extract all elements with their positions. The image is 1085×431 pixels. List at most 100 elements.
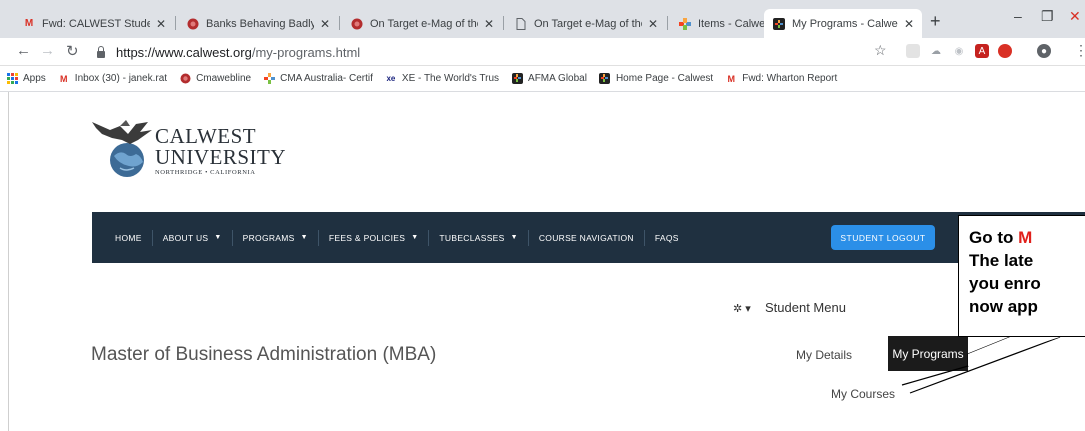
nav-label: COURSE NAVIGATION (538, 232, 634, 243)
nav-label: ABOUT US (162, 232, 209, 243)
bookmark-label: Fwd: Wharton Report (742, 73, 838, 84)
nav-home[interactable]: HOME (92, 229, 153, 246)
bookmark-home-calwest[interactable]: Home Page - Calwest (599, 73, 713, 85)
tab-title: On Target e-Mag of the (534, 17, 642, 30)
nav-label: FEES & POLICIES (328, 232, 406, 243)
forward-arrow-icon[interactable]: → (40, 42, 55, 59)
eye-icon[interactable]: ◉ (952, 44, 966, 58)
tab-separator (175, 16, 176, 30)
gmail-icon: M (727, 73, 735, 84)
joomla-icon (678, 17, 692, 31)
xe-icon: xe (386, 74, 396, 83)
caret-down-icon: ▼ (300, 234, 308, 241)
tab-title: On Target e-Mag of the (370, 17, 478, 30)
callout-line2: The late (969, 251, 1034, 270)
annotation-callout: Go to M The late you enro now app (958, 215, 1085, 337)
site-icon (179, 73, 191, 85)
new-tab-button[interactable]: + (930, 11, 941, 32)
address-bar[interactable]: https://www.calwest.org/my-programs.html (96, 41, 896, 63)
logo-line2: UNIVERSITY (155, 145, 286, 169)
bookmark-apps[interactable]: Apps (6, 73, 46, 85)
caret-down-icon: ▼ (510, 234, 518, 241)
eagle-globe-icon (92, 120, 152, 177)
bookmark-cma-australia[interactable]: CMA Australia- Certif (263, 73, 373, 85)
joomla-icon (772, 17, 786, 31)
student-logout-button[interactable]: STUDENT LOGOUT (831, 225, 935, 250)
bookmark-label: CMA Australia- Certif (280, 73, 373, 84)
back-arrow-icon[interactable]: ← (16, 42, 31, 59)
caret-down-icon: ▼ (411, 234, 419, 241)
gmail-icon: M (60, 73, 68, 84)
nav-course-navigation[interactable]: COURSE NAVIGATION (529, 229, 645, 246)
apps-grid-icon (6, 73, 18, 85)
tab-banks[interactable]: Banks Behaving Badly – ✕ (178, 9, 338, 38)
bookmark-inbox[interactable]: M Inbox (30) - janek.rat (58, 73, 167, 85)
nav-tubeclasses[interactable]: TUBECLASSES ▼ (429, 229, 529, 246)
minimize-icon[interactable]: – (1014, 8, 1022, 24)
browser-toolbar: ← → ↻ https://www.calwest.org/my-program… (0, 38, 1085, 66)
menu-icon[interactable]: ⋮ (1074, 42, 1085, 59)
joomla-icon (263, 73, 275, 85)
bookmarks-bar: Apps M Inbox (30) - janek.rat Cmawebline… (0, 66, 1085, 92)
joomla-icon (599, 73, 611, 85)
close-icon[interactable]: ✕ (484, 17, 494, 31)
nav-about-us[interactable]: ABOUT US ▼ (153, 229, 233, 246)
tab-my-programs[interactable]: My Programs - Calwest ✕ (764, 9, 922, 38)
tab-title: Banks Behaving Badly – (206, 17, 314, 30)
tab-separator (503, 16, 504, 30)
page-title: Master of Business Administration (MBA) (91, 344, 437, 365)
bookmark-label: Apps (23, 73, 46, 84)
callout-line1: Go to M (969, 226, 1085, 249)
close-icon[interactable]: ✕ (156, 17, 166, 31)
menu-my-courses[interactable]: My Courses (831, 387, 895, 401)
close-window-icon[interactable]: ✕ (1069, 8, 1081, 25)
main-navigation: HOME ABOUT US ▼ PROGRAMS ▼ FEES & POLICIES… (92, 212, 1085, 263)
nav-fees-policies[interactable]: FEES & POLICIES ▼ (319, 229, 430, 246)
bookmark-label: Inbox (30) - janek.rat (74, 73, 168, 84)
bookmark-xe[interactable]: xe XE - The World's Trus (385, 73, 499, 85)
callout-line4: now app (969, 297, 1038, 316)
tab-fwd-calwest[interactable]: M Fwd: CALWEST Student ✕ (14, 9, 174, 38)
lock-icon (96, 46, 106, 58)
bookmark-afma[interactable]: AFMA Global (511, 73, 587, 85)
bookmark-wharton[interactable]: M Fwd: Wharton Report (725, 73, 837, 85)
callout-line3: you enro (969, 274, 1041, 293)
record-icon[interactable] (998, 44, 1012, 58)
profile-icon[interactable]: ● (1037, 44, 1051, 58)
reload-icon[interactable]: ↻ (66, 42, 79, 60)
tab-on-target-1[interactable]: On Target e-Mag of the ✕ (342, 9, 502, 38)
callout-highlight: M (1018, 228, 1033, 247)
tab-on-target-2[interactable]: On Target e-Mag of the ✕ (506, 9, 666, 38)
gmail-icon: M (24, 18, 34, 29)
close-icon[interactable]: ✕ (320, 17, 330, 31)
bookmark-cmawebline[interactable]: Cmawebline (179, 73, 251, 85)
nav-programs[interactable]: PROGRAMS ▼ (233, 229, 319, 246)
tab-separator (667, 16, 668, 30)
restore-icon[interactable]: ❐ (1041, 8, 1054, 25)
caret-down-icon: ▼ (214, 234, 222, 241)
nav-label: HOME (115, 232, 142, 243)
page-border (8, 92, 9, 431)
callout-prefix: Go to (969, 228, 1019, 247)
menu-my-programs[interactable]: My Programs (888, 336, 968, 371)
close-icon[interactable]: ✕ (904, 17, 914, 31)
acrobat-icon[interactable]: A (975, 44, 989, 58)
cloud-icon[interactable]: ☁ (929, 44, 943, 58)
nav-faqs[interactable]: FAQS (645, 230, 689, 246)
joomla-icon (511, 73, 523, 85)
logo-line3: NORTHRIDGE • CALIFORNIA (155, 169, 256, 176)
url-host: https://www.calwest.org (116, 44, 252, 60)
gear-icon[interactable]: ✲ ▾ (733, 302, 751, 315)
bookmark-label: XE - The World's Trus (401, 73, 500, 84)
site-icon (186, 17, 200, 31)
close-icon[interactable]: ✕ (648, 17, 658, 31)
menu-my-details[interactable]: My Details (796, 348, 852, 362)
bookmark-label: Home Page - Calwest (615, 73, 714, 84)
nav-label: PROGRAMS (242, 232, 295, 243)
star-icon[interactable]: ☆ (874, 42, 887, 59)
site-icon (350, 17, 364, 31)
page-icon (514, 17, 528, 31)
tab-separator (339, 16, 340, 30)
nav-label: TUBECLASSES (439, 232, 505, 243)
extension-icon[interactable] (906, 44, 920, 58)
